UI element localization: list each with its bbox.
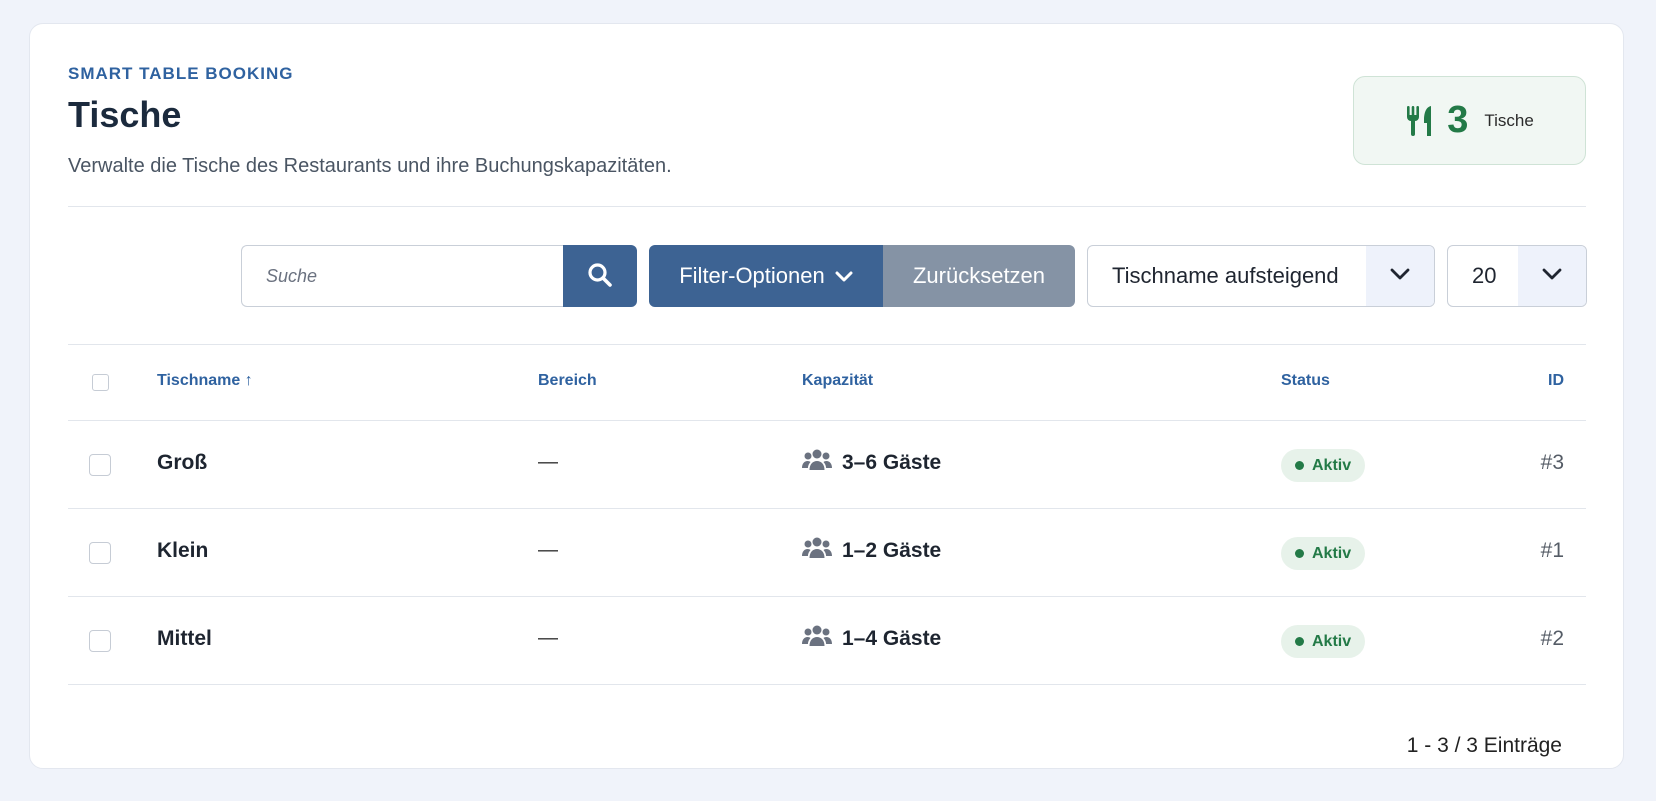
column-header-name[interactable]: Tischname ↑	[157, 372, 253, 390]
table-row[interactable]: Groß — 3–6 Gäste Aktiv #3	[68, 422, 1586, 509]
page-size-select[interactable]: 20	[1447, 245, 1587, 307]
capacity-text: 1–2 Gäste	[842, 538, 942, 562]
page-subtitle: Verwalte die Tische des Restaurants und …	[68, 155, 672, 177]
table-id: #1	[1540, 539, 1564, 562]
search-button[interactable]	[563, 245, 637, 307]
status-dot-icon	[1295, 461, 1304, 470]
sort-select-toggle[interactable]	[1366, 246, 1434, 306]
filter-options-label: Filter-Optionen	[679, 263, 825, 288]
table-count-label: Tische	[1484, 110, 1534, 130]
select-all-checkbox[interactable]	[92, 374, 109, 391]
table-id: #2	[1540, 627, 1564, 650]
table-name[interactable]: Mittel	[157, 627, 212, 651]
row-checkbox[interactable]	[89, 454, 111, 476]
column-header-capacity[interactable]: Kapazität	[802, 372, 873, 390]
sort-select-value: Tischname aufsteigend	[1112, 263, 1339, 288]
status-text: Aktiv	[1312, 456, 1352, 474]
status-badge: Aktiv	[1281, 625, 1366, 658]
chevron-down-icon	[1389, 267, 1411, 286]
table-capacity: 1–2 Gäste	[802, 536, 941, 565]
search-icon	[587, 262, 613, 291]
table-id: #3	[1540, 451, 1564, 474]
status-dot-icon	[1295, 637, 1304, 646]
page-title: Tische	[68, 94, 182, 135]
capacity-text: 3–6 Gäste	[842, 450, 942, 474]
users-icon	[802, 536, 832, 565]
utensils-icon	[1405, 104, 1435, 138]
reset-button[interactable]: Zurücksetzen	[883, 245, 1075, 307]
status-text: Aktiv	[1312, 632, 1352, 650]
users-icon	[802, 448, 832, 477]
table-area: —	[538, 627, 558, 649]
filter-options-button[interactable]: Filter-Optionen	[649, 245, 883, 307]
column-header-id[interactable]: ID	[1548, 372, 1564, 390]
table-area: —	[538, 451, 558, 473]
pagination-summary: 1 - 3 / 3 Einträge	[1406, 734, 1562, 757]
column-header-area[interactable]: Bereich	[538, 372, 597, 390]
page-size-toggle[interactable]	[1518, 246, 1586, 306]
page-size-value: 20	[1472, 263, 1497, 288]
row-checkbox[interactable]	[89, 542, 111, 564]
sort-select[interactable]: Tischname aufsteigend	[1087, 245, 1435, 307]
status-dot-icon	[1295, 549, 1304, 558]
tables-card: SMART TABLE BOOKING Tische Verwalte die …	[29, 23, 1624, 769]
app-eyebrow: SMART TABLE BOOKING	[68, 64, 294, 83]
chevron-down-icon	[835, 263, 853, 289]
table-header: Tischname ↑ Bereich Kapazität Status ID	[68, 345, 1586, 421]
row-checkbox[interactable]	[89, 630, 111, 652]
capacity-text: 1–4 Gäste	[842, 626, 942, 650]
status-badge: Aktiv	[1281, 449, 1366, 482]
status-text: Aktiv	[1312, 544, 1352, 562]
table-count-value: 3	[1447, 99, 1469, 141]
table-count-stat: 3 Tische	[1353, 76, 1586, 165]
chevron-down-icon	[1541, 267, 1563, 286]
table-capacity: 3–6 Gäste	[802, 448, 941, 477]
table-area: —	[538, 539, 558, 561]
users-icon	[802, 624, 832, 653]
search-input[interactable]	[241, 245, 563, 307]
status-badge: Aktiv	[1281, 537, 1366, 570]
table-capacity: 1–4 Gäste	[802, 624, 941, 653]
table-name[interactable]: Groß	[157, 451, 207, 475]
column-header-status[interactable]: Status	[1281, 372, 1330, 390]
table-name[interactable]: Klein	[157, 539, 208, 563]
header-divider	[68, 206, 1586, 207]
table-row[interactable]: Mittel — 1–4 Gäste Aktiv #2	[68, 598, 1586, 685]
table-row[interactable]: Klein — 1–2 Gäste Aktiv #1	[68, 510, 1586, 597]
